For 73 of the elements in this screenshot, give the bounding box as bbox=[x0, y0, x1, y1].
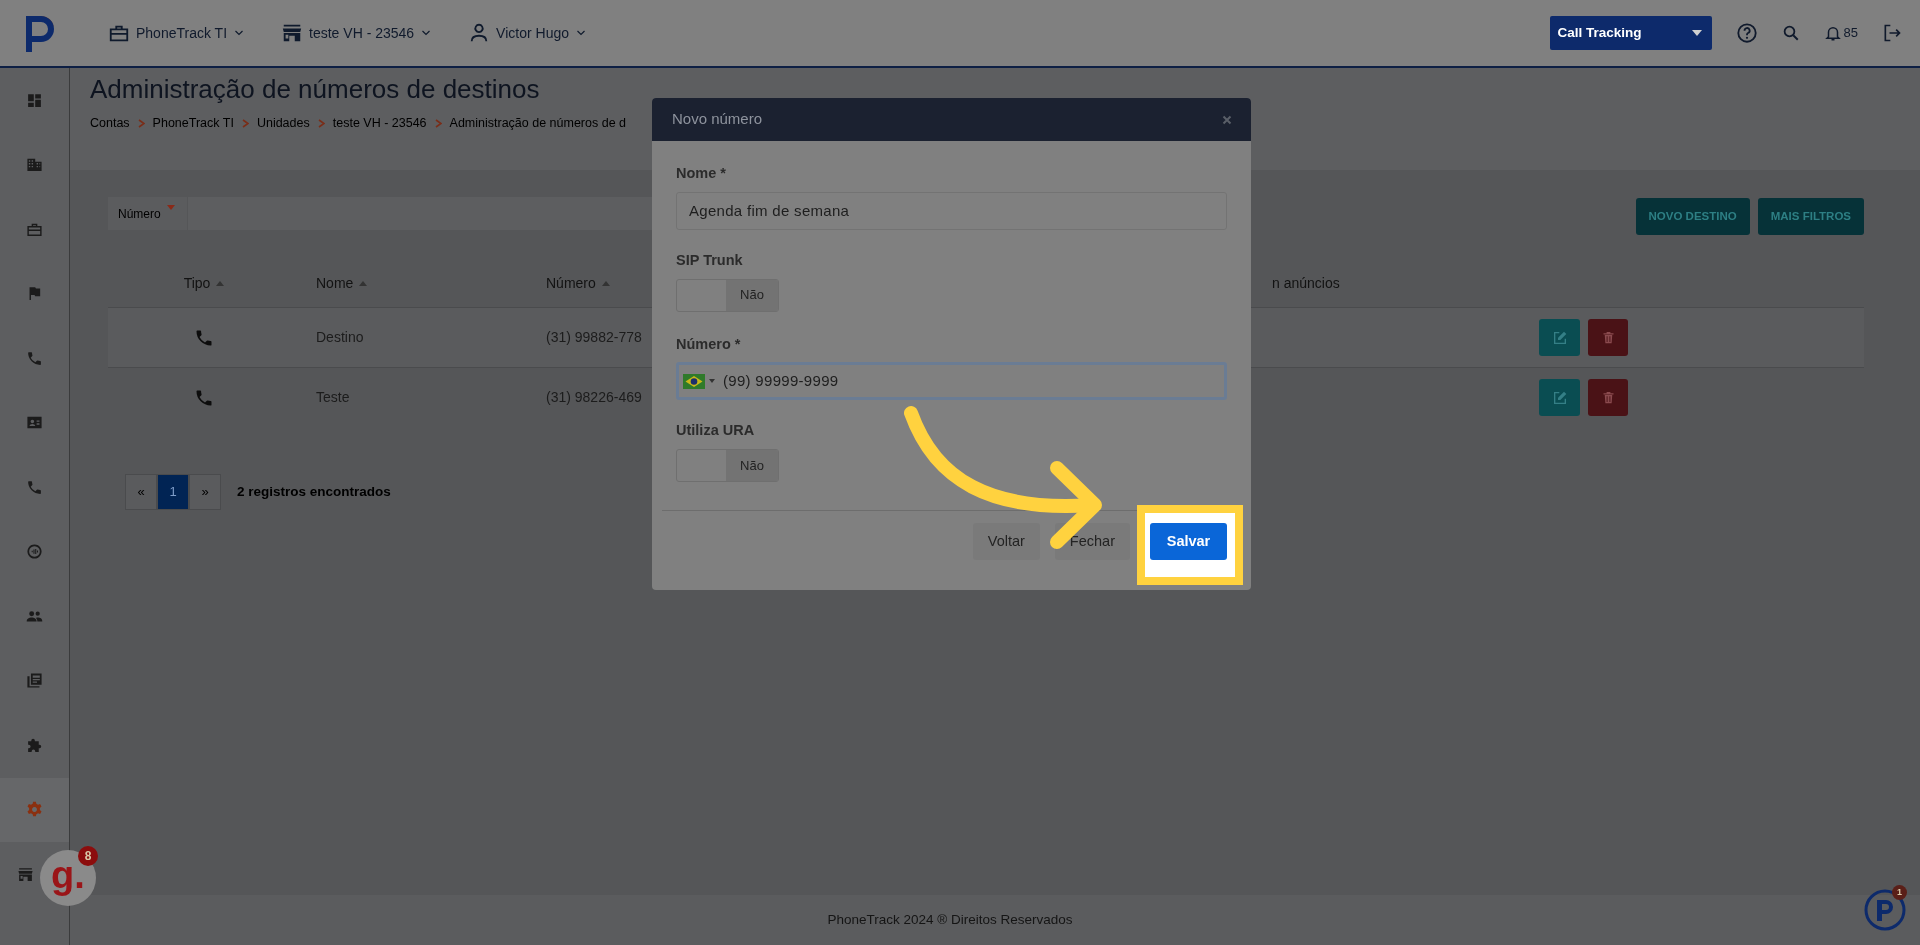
close-button[interactable] bbox=[1221, 113, 1233, 126]
toggle-switch[interactable]: Não bbox=[676, 278, 779, 312]
nav-menu[interactable]: PhoneTrack TI bbox=[108, 22, 246, 44]
edit-icon bbox=[1551, 389, 1568, 406]
breadcrumb-link[interactable]: teste VH - 23546 bbox=[332, 114, 427, 133]
settings-icon bbox=[26, 801, 43, 819]
nav-menu[interactable]: Victor Hugo bbox=[468, 22, 587, 44]
field-label: Nome * bbox=[676, 164, 727, 183]
logout-button[interactable] bbox=[1882, 23, 1902, 43]
chat-widget[interactable] bbox=[1864, 889, 1906, 931]
footer-text: PhoneTrack 2024 ® Direitos Reservados bbox=[827, 910, 1073, 929]
search-icon bbox=[1781, 24, 1800, 42]
page-button[interactable]: » bbox=[189, 474, 221, 510]
modal-title: Novo número bbox=[672, 109, 763, 130]
close-icon bbox=[1221, 113, 1233, 126]
toggle-switch[interactable]: Não bbox=[676, 449, 779, 482]
dialog-button[interactable]: Salvar bbox=[1150, 523, 1227, 560]
search-button[interactable] bbox=[1781, 24, 1800, 42]
results-count: 2 registros encontrados bbox=[237, 482, 391, 501]
store-icon bbox=[17, 865, 34, 883]
breadcrumb-link[interactable]: Contas bbox=[90, 114, 130, 133]
table-cell: (31) 98226-469 bbox=[546, 389, 642, 405]
new-destination-button[interactable]: NOVO DESTINO bbox=[1635, 198, 1750, 235]
notification-badge: 8 bbox=[78, 846, 98, 866]
table-cell: (31) 99882-778 bbox=[546, 329, 642, 345]
text-input-field[interactable]: Agenda fim de semana bbox=[676, 191, 1227, 230]
sidebar-item[interactable] bbox=[0, 777, 69, 842]
dialog-button[interactable]: Voltar bbox=[972, 523, 1040, 560]
breadcrumb-link[interactable]: Unidades bbox=[256, 114, 310, 133]
chevron-separator-icon bbox=[137, 119, 145, 129]
store-icon bbox=[281, 22, 304, 44]
product-select[interactable]: Call Tracking bbox=[1549, 16, 1712, 50]
bell-icon bbox=[1823, 24, 1842, 42]
delete-button[interactable] bbox=[1588, 319, 1628, 356]
page-button[interactable]: 1 bbox=[157, 474, 189, 510]
chevron-separator-icon bbox=[434, 119, 442, 129]
dashboard-icon bbox=[26, 91, 43, 109]
logout-icon bbox=[1882, 23, 1902, 43]
column-header: n anúncios bbox=[1272, 273, 1340, 293]
edit-button[interactable] bbox=[1539, 379, 1580, 416]
more-filters-button[interactable]: MAIS FILTROS bbox=[1757, 198, 1864, 235]
phone-input-field[interactable]: (99) 99999-9999 bbox=[676, 362, 1227, 401]
brazil-flag-icon bbox=[683, 373, 705, 389]
column-header[interactable]: Número bbox=[546, 272, 596, 294]
help-icon bbox=[1735, 22, 1758, 44]
page-button[interactable]: « bbox=[125, 474, 157, 510]
help-button[interactable] bbox=[1735, 22, 1758, 44]
caret-icon bbox=[166, 205, 175, 210]
field-label: SIP Trunk bbox=[676, 250, 744, 270]
edit-icon bbox=[1551, 329, 1568, 346]
column-header[interactable]: Nome bbox=[316, 272, 354, 294]
table-cell: Destino bbox=[316, 329, 364, 345]
chevron-separator-icon bbox=[317, 119, 325, 129]
audio-icon bbox=[26, 543, 43, 561]
page-title: Administração de números de destinos bbox=[90, 74, 541, 106]
caret-icon bbox=[709, 379, 715, 384]
phone-icon bbox=[26, 478, 43, 496]
building-icon bbox=[26, 156, 43, 174]
nav-menu[interactable]: teste VH - 23546 bbox=[281, 22, 433, 44]
notifications-button[interactable]: 85 bbox=[1823, 23, 1858, 43]
logo-icon bbox=[1864, 889, 1906, 931]
field-label: Utiliza URA bbox=[676, 421, 756, 441]
field-label: Número * bbox=[676, 334, 742, 354]
chevron-separator-icon bbox=[241, 119, 249, 129]
phone-icon bbox=[26, 349, 43, 367]
breadcrumb-link[interactable]: PhoneTrack TI bbox=[152, 114, 234, 133]
table-cell: Teste bbox=[316, 389, 350, 405]
news-icon bbox=[26, 672, 43, 690]
puzzle-icon bbox=[26, 736, 43, 754]
edit-button[interactable] bbox=[1539, 319, 1580, 356]
column-header[interactable]: Tipo bbox=[183, 272, 211, 294]
delete-button[interactable] bbox=[1588, 379, 1628, 416]
caret-icon bbox=[1691, 30, 1702, 36]
